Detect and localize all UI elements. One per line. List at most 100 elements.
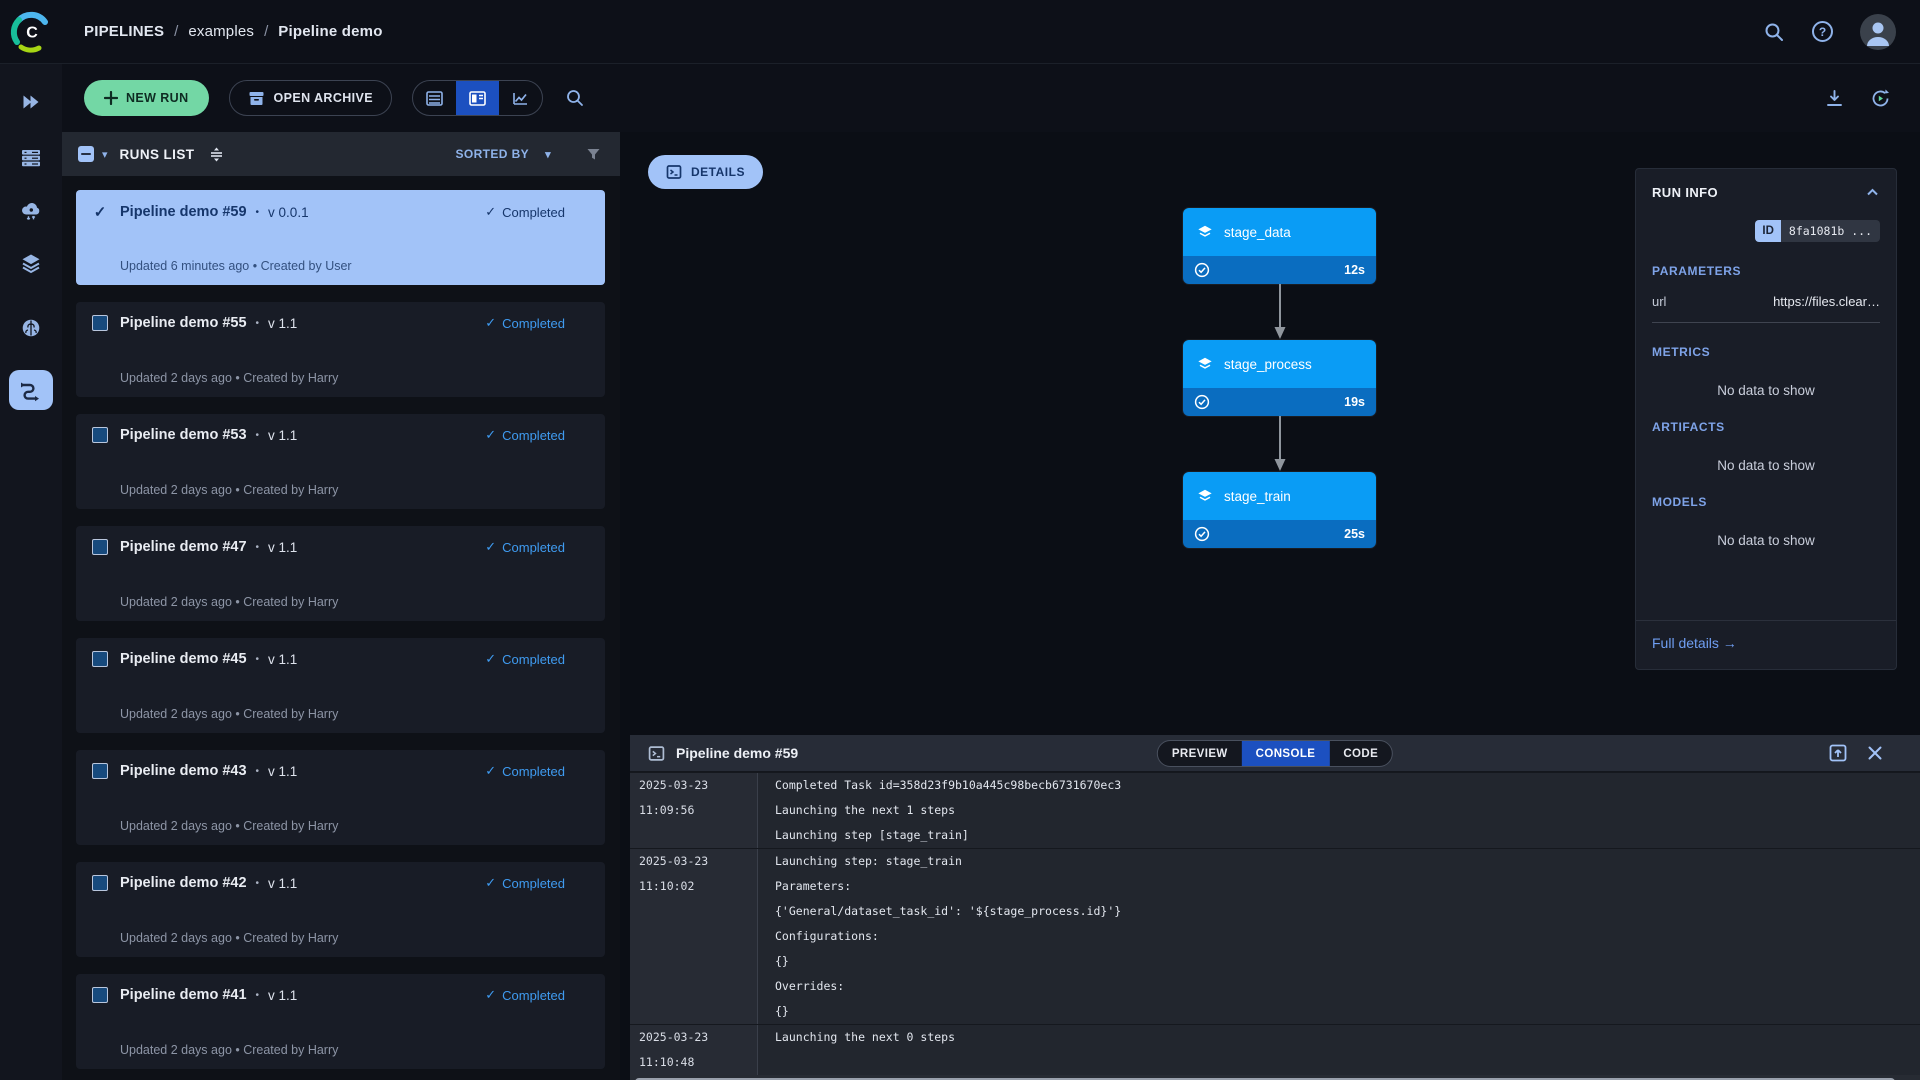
run-status-badge: ✓Completed <box>485 315 565 331</box>
console-header: Pipeline demo #59 PREVIEW CONSOLE CODE <box>630 735 1920 772</box>
log-line: Parameters: <box>775 874 1121 899</box>
help-icon[interactable]: ? <box>1811 20 1834 43</box>
arrow-down-icon <box>1273 416 1287 472</box>
run-id-chip[interactable]: ID 8fa1081b ... <box>1755 220 1880 242</box>
run-version: v 1.1 <box>268 988 297 1003</box>
parameter-key: url <box>1652 294 1666 309</box>
download-icon[interactable] <box>1824 88 1845 109</box>
run-name: Pipeline demo #43 <box>120 763 247 779</box>
svg-text:C: C <box>26 24 38 41</box>
run-name: Pipeline demo #45 <box>120 651 247 667</box>
step-icon <box>1195 354 1215 374</box>
open-in-new-icon[interactable] <box>1828 743 1848 763</box>
pipeline-step-node[interactable]: stage_process 19s <box>1183 340 1376 416</box>
log-message: Completed Task id=358d23f9b10a445c98becb… <box>758 773 1121 848</box>
new-run-button[interactable]: NEW RUN <box>84 80 209 116</box>
run-list-item[interactable]: ✓ Pipeline demo #42 • v 1.1 ✓Completed U… <box>76 862 605 957</box>
chart-view-icon <box>511 89 530 108</box>
console-panel: Pipeline demo #59 PREVIEW CONSOLE CODE {… <box>630 735 1920 1080</box>
sidebar-item-datasets[interactable] <box>9 243 53 283</box>
app-window: C PIPELINES/examples/Pipeline demo ? <box>0 0 1920 1080</box>
runs-search-icon[interactable] <box>565 88 585 108</box>
sorted-by-caret: ▾ <box>545 148 551 161</box>
run-checkbox[interactable] <box>92 539 108 555</box>
log-message: Launching the next 0 steps <box>758 1025 955 1075</box>
breadcrumb-item[interactable]: Pipeline demo <box>278 23 382 40</box>
run-list-item[interactable]: ✓ Pipeline demo #41 • v 1.1 ✓Completed U… <box>76 974 605 1069</box>
details-button[interactable]: DETAILS <box>648 155 763 189</box>
terminal-icon <box>648 745 665 762</box>
collapse-panel-icon[interactable] <box>1865 185 1880 200</box>
runs-panel: ▾ RUNS LIST SORTED BY ▾ ✓ Pipeline demo … <box>62 132 620 1080</box>
run-info-title: RUN INFO <box>1652 185 1718 200</box>
console-tabs: PREVIEW CONSOLE CODE <box>1157 740 1393 767</box>
filter-icon[interactable] <box>585 146 602 163</box>
run-list-item[interactable]: ✓ Pipeline demo #47 • v 1.1 ✓Completed U… <box>76 526 605 621</box>
run-status-badge: ✓Completed <box>485 875 565 891</box>
run-meta: Updated 2 days ago • Created by Harry <box>120 595 589 609</box>
console-log-entry: 2025-03-23 11:10:02Launching step: stage… <box>630 848 1920 1024</box>
cloud-services-icon <box>19 199 43 223</box>
sidebar-item-cloud-services[interactable] <box>9 191 53 231</box>
select-all-checkbox[interactable] <box>78 146 94 162</box>
separator-dot: • <box>256 318 260 329</box>
run-checkbox[interactable] <box>92 651 108 667</box>
log-line: {} <box>775 999 1121 1024</box>
split-view-button[interactable] <box>456 81 499 115</box>
sidebar-item-pipelines[interactable] <box>9 370 53 410</box>
run-list-item[interactable]: ✓ Pipeline demo #43 • v 1.1 ✓Completed U… <box>76 750 605 845</box>
run-checkbox[interactable] <box>92 427 108 443</box>
sidebar-item-projects[interactable] <box>9 82 53 122</box>
run-checkbox[interactable] <box>92 875 108 891</box>
run-list-item[interactable]: ✓ Pipeline demo #55 • v 1.1 ✓Completed U… <box>76 302 605 397</box>
separator-dot: • <box>256 654 260 665</box>
run-meta: Updated 6 minutes ago • Created by User <box>120 259 589 273</box>
run-info-panel: RUN INFO ID 8fa1081b ... PARAMETERS urlh… <box>1635 168 1897 670</box>
sidebar-item-workers-queues[interactable] <box>9 138 53 178</box>
log-line: Launching the next 0 steps <box>775 1025 955 1050</box>
console-tab-console[interactable]: CONSOLE <box>1242 741 1330 766</box>
no-data-text: No data to show <box>1652 533 1880 548</box>
run-list-item[interactable]: ✓ Pipeline demo #53 • v 1.1 ✓Completed U… <box>76 414 605 509</box>
dag-edge <box>1183 284 1376 340</box>
step-icon <box>1195 222 1215 242</box>
run-status-badge: ✓Completed <box>485 427 565 443</box>
run-checkbox[interactable] <box>92 763 108 779</box>
run-list-item[interactable]: ✓ Pipeline demo #59 • v 0.0.1 ✓Completed… <box>76 190 605 285</box>
breadcrumb-item[interactable]: examples <box>188 23 254 40</box>
breadcrumb-separator: / <box>174 23 178 40</box>
terminal-icon <box>666 164 682 180</box>
run-checkbox[interactable] <box>92 315 108 331</box>
global-search-icon[interactable] <box>1763 21 1785 43</box>
full-details-link[interactable]: Full details → <box>1652 635 1737 651</box>
close-icon[interactable] <box>1866 744 1884 762</box>
sorted-by-dropdown[interactable]: SORTED BY ▾ <box>455 147 551 161</box>
sidebar-item-models[interactable] <box>9 308 53 348</box>
no-data-text: No data to show <box>1652 383 1880 398</box>
open-archive-button[interactable]: OPEN ARCHIVE <box>229 80 393 116</box>
id-badge: ID <box>1755 220 1781 242</box>
view-mode-toggle <box>412 80 543 116</box>
selected-check-icon: ✓ <box>92 203 108 221</box>
clearml-logo[interactable]: C <box>0 0 62 64</box>
console-tab-code[interactable]: CODE <box>1329 741 1392 766</box>
section-label: ARTIFACTS <box>1652 420 1880 434</box>
table-view-button[interactable] <box>413 81 456 115</box>
completed-check-icon <box>1194 262 1210 278</box>
select-dropdown-caret[interactable]: ▾ <box>102 148 108 161</box>
console-tab-preview[interactable]: PREVIEW <box>1158 741 1242 766</box>
run-list-item[interactable]: ✓ Pipeline demo #45 • v 1.1 ✓Completed U… <box>76 638 605 733</box>
auto-refresh-icon[interactable] <box>1869 87 1892 110</box>
pipeline-step-node[interactable]: stage_data 12s <box>1183 208 1376 284</box>
split-view-icon <box>468 89 487 108</box>
user-avatar[interactable] <box>1860 14 1896 50</box>
list-settings-icon[interactable] <box>208 146 225 163</box>
chart-view-button[interactable] <box>499 81 542 115</box>
run-name: Pipeline demo #42 <box>120 875 247 891</box>
breadcrumb-item[interactable]: PIPELINES <box>84 23 164 40</box>
log-line: {'General/dataset_task_id': '${stage_pro… <box>775 899 1121 924</box>
run-status-badge: ✓Completed <box>485 651 565 667</box>
parameters-rows: urlhttps://files.clear… <box>1652 278 1880 323</box>
run-checkbox[interactable] <box>92 987 108 1003</box>
pipeline-step-node[interactable]: stage_train 25s <box>1183 472 1376 548</box>
